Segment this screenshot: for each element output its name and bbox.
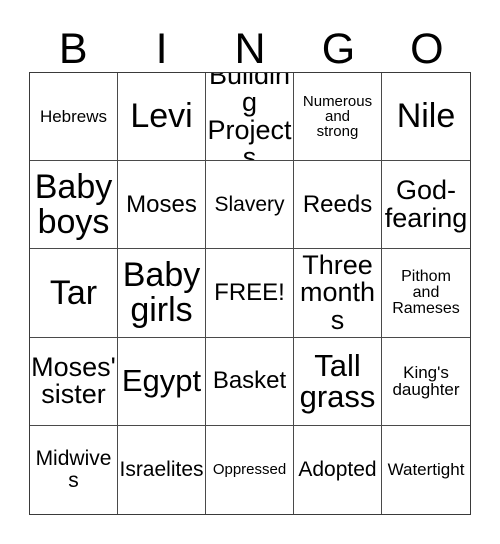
bingo-cell[interactable]: Basket bbox=[206, 337, 294, 426]
bingo-cell-label: Watertight bbox=[387, 460, 465, 480]
bingo-header-letter-3: N bbox=[234, 25, 266, 73]
bingo-cell[interactable]: Tall grass bbox=[294, 337, 382, 426]
bingo-cell-label: Tall grass bbox=[299, 347, 376, 415]
bingo-cell[interactable]: Building Projects bbox=[206, 73, 294, 162]
bingo-cell-label: Moses' sister bbox=[31, 351, 116, 410]
bingo-cell-label: Midwives bbox=[35, 447, 112, 492]
bingo-cell-label: Baby girls bbox=[122, 256, 201, 329]
bingo-cell[interactable]: Moses' sister bbox=[30, 337, 118, 426]
bingo-cell[interactable]: King's daughter bbox=[382, 337, 470, 426]
bingo-cell[interactable]: Baby boys bbox=[30, 161, 118, 250]
bingo-cell[interactable]: Oppressed bbox=[206, 425, 294, 514]
bingo-cell[interactable]: Adopted bbox=[294, 425, 382, 514]
bingo-cell-label: Slavery bbox=[214, 193, 285, 217]
bingo-cell-label: Pithom and Rameses bbox=[392, 267, 460, 318]
bingo-cell-label: Basket bbox=[212, 366, 287, 394]
bingo-cell[interactable]: Tar bbox=[30, 249, 118, 338]
bingo-header-letter-1: B bbox=[58, 25, 88, 73]
bingo-cell[interactable]: Slavery bbox=[206, 161, 294, 250]
bingo-cell-label: Tar bbox=[49, 273, 98, 312]
bingo-cell-label: God- fearing bbox=[384, 175, 468, 233]
bingo-card-page: B I N G O Hebrews Levi Building Projects Numero… bbox=[0, 0, 500, 544]
bingo-cell-label: Reeds bbox=[302, 190, 373, 218]
bingo-header-letter-2: I bbox=[155, 25, 168, 73]
bingo-cell-label: Egypt bbox=[121, 363, 202, 399]
bingo-cell[interactable]: Egypt bbox=[118, 337, 206, 426]
bingo-cell[interactable]: Reeds bbox=[294, 161, 382, 250]
bingo-cell-label: Adopted bbox=[298, 458, 377, 482]
bingo-cell-label: Building Projects bbox=[207, 73, 292, 162]
bingo-grid: Hebrews Levi Building Projects Numerous and… bbox=[29, 72, 471, 515]
bingo-cell[interactable]: Moses bbox=[118, 161, 206, 250]
bingo-cell-free-space[interactable]: FREE! bbox=[206, 249, 294, 338]
bingo-cell-label: Israelites bbox=[119, 458, 204, 482]
bingo-cell-label: Three months bbox=[299, 249, 376, 335]
bingo-cell[interactable]: Levi bbox=[118, 73, 206, 162]
bingo-cell[interactable]: Midwives bbox=[30, 425, 118, 514]
bingo-header-letter-4: G bbox=[321, 25, 356, 73]
bingo-cell[interactable]: Numerous and strong bbox=[294, 73, 382, 162]
bingo-cell-label: Baby boys bbox=[34, 168, 113, 241]
bingo-cell-label: Moses bbox=[126, 190, 197, 218]
bingo-cell-label: Levi bbox=[130, 97, 193, 136]
bingo-cell[interactable]: Hebrews bbox=[30, 73, 118, 162]
bingo-cell[interactable]: Israelites bbox=[118, 425, 206, 514]
bingo-header-letter-5: O bbox=[410, 25, 444, 73]
bingo-cell-label: Hebrews bbox=[39, 106, 108, 126]
bingo-cell[interactable]: Baby girls bbox=[118, 249, 206, 338]
bingo-cell[interactable]: Pithom and Rameses bbox=[382, 249, 470, 338]
bingo-cell[interactable]: Nile bbox=[382, 73, 470, 162]
bingo-cell[interactable]: Three months bbox=[294, 249, 382, 338]
bingo-cell-label: Numerous and strong bbox=[302, 92, 373, 141]
bingo-cell[interactable]: Watertight bbox=[382, 425, 470, 514]
bingo-cell[interactable]: God- fearing bbox=[382, 161, 470, 250]
bingo-cell-label: King's daughter bbox=[392, 362, 460, 400]
bingo-cell-label: FREE! bbox=[214, 278, 285, 306]
bingo-cell-label: Nile bbox=[396, 97, 456, 136]
bingo-header: BINGO bbox=[29, 18, 471, 72]
bingo-cell-label: Oppressed bbox=[212, 461, 287, 479]
